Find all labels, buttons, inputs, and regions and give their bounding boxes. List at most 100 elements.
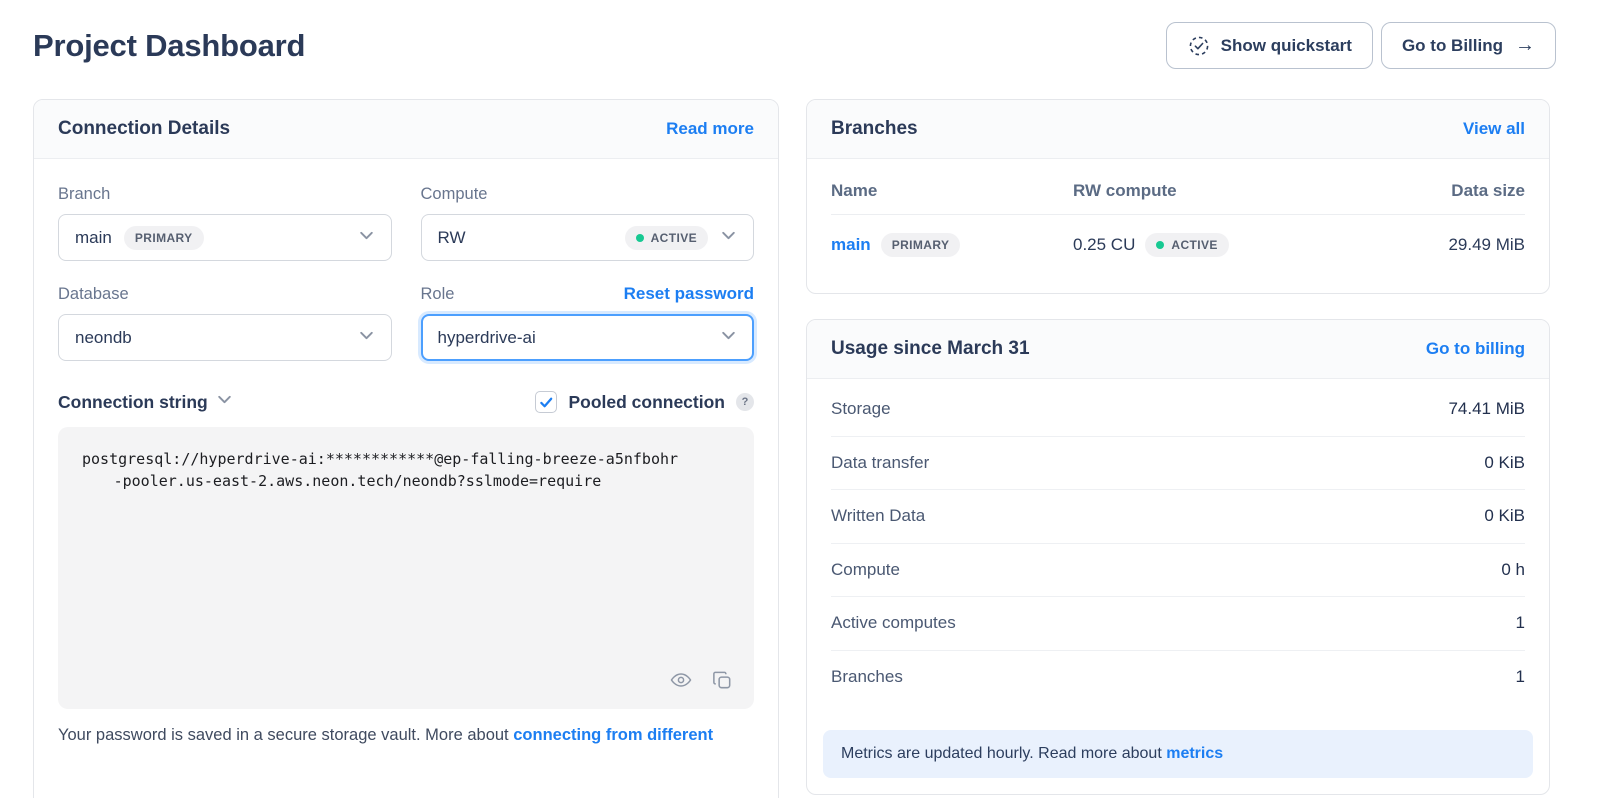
show-quickstart-label: Show quickstart <box>1221 36 1352 56</box>
database-field: Database neondb <box>58 283 392 361</box>
usage-label: Data transfer <box>831 453 929 473</box>
metrics-info-banner: Metrics are updated hourly. Read more ab… <box>823 730 1533 778</box>
usage-label: Storage <box>831 399 891 419</box>
compute-field: Compute RW ACTIVE <box>421 183 755 261</box>
connection-details-card: Connection Details Read more Branch main… <box>33 99 779 798</box>
branch-main-link[interactable]: main <box>831 235 871 255</box>
active-status-label: ACTIVE <box>1171 238 1217 252</box>
usage-value: 1 <box>1516 613 1525 633</box>
primary-badge: PRIMARY <box>124 226 204 250</box>
usage-label: Branches <box>831 667 903 687</box>
view-all-link[interactable]: View all <box>1463 119 1525 139</box>
active-status-label: ACTIVE <box>651 231 697 245</box>
usage-row-written-data: Written Data 0 KiB <box>831 490 1525 544</box>
role-value: hyperdrive-ai <box>438 328 536 348</box>
chevron-down-icon <box>720 227 737 249</box>
role-label: Role <box>421 285 455 304</box>
database-select[interactable]: neondb <box>58 314 392 361</box>
usage-row-active-computes: Active computes 1 <box>831 597 1525 651</box>
connection-details-title: Connection Details <box>58 118 230 140</box>
go-to-billing-button[interactable]: Go to Billing → <box>1381 22 1556 69</box>
branch-label: Branch <box>58 185 110 204</box>
go-to-billing-label: Go to Billing <box>1402 36 1503 56</box>
usage-value: 0 KiB <box>1484 506 1525 526</box>
chevron-down-icon <box>216 391 233 413</box>
show-quickstart-button[interactable]: Show quickstart <box>1166 22 1373 69</box>
connection-details-body: Branch main PRIMARY <box>34 159 778 798</box>
metrics-link[interactable]: metrics <box>1166 745 1223 762</box>
eye-icon <box>669 668 693 695</box>
chevron-down-icon <box>358 227 375 249</box>
branches-title: Branches <box>831 118 918 140</box>
copy-icon <box>711 669 734 695</box>
column-header-name: Name <box>831 167 1073 214</box>
compute-select[interactable]: RW ACTIVE <box>421 214 755 261</box>
connection-string-label: Connection string <box>58 392 208 413</box>
quickstart-check-icon <box>1187 34 1211 58</box>
chevron-down-icon <box>720 327 737 349</box>
vault-note-text: Your password is saved in a secure stora… <box>58 726 513 744</box>
active-dot-icon <box>1156 241 1164 249</box>
copy-button[interactable] <box>711 669 734 695</box>
left-column: Connection Details Read more Branch main… <box>33 99 779 798</box>
reveal-password-button[interactable] <box>669 668 693 695</box>
page-header: Project Dashboard Show quickstart Go to … <box>0 0 1600 69</box>
connection-details-header: Connection Details Read more <box>34 100 778 159</box>
usage-label: Active computes <box>831 613 956 633</box>
usage-row-branches: Branches 1 <box>831 651 1525 705</box>
usage-row-data-transfer: Data transfer 0 KiB <box>831 437 1525 491</box>
branches-body: Name RW compute Data size main PRIMARY 0… <box>807 159 1549 293</box>
usage-value: 74.41 MiB <box>1448 399 1525 419</box>
connection-string-toggle[interactable]: Connection string <box>58 391 233 413</box>
branch-value: main <box>75 228 112 248</box>
active-status-badge: ACTIVE <box>1145 233 1228 257</box>
usage-card: Usage since March 31 Go to billing Stora… <box>806 319 1550 795</box>
active-status-badge: ACTIVE <box>625 226 708 250</box>
main-content: Connection Details Read more Branch main… <box>0 99 1600 798</box>
branch-size-cell: 29.49 MiB <box>1448 217 1525 261</box>
usage-label: Written Data <box>831 506 925 526</box>
chevron-down-icon <box>358 327 375 349</box>
branches-header: Branches View all <box>807 100 1549 159</box>
arrow-right-icon: → <box>1515 34 1535 57</box>
branch-select[interactable]: main PRIMARY <box>58 214 392 261</box>
database-value: neondb <box>75 328 132 348</box>
branch-name-cell: main PRIMARY <box>831 215 1073 263</box>
compute-units-value: 0.25 CU <box>1073 235 1135 255</box>
connection-string-code-block[interactable]: postgresql://hyperdrive-ai:************@… <box>58 427 754 709</box>
branch-compute-cell: 0.25 CU ACTIVE <box>1073 215 1448 263</box>
pooled-connection-label: Pooled connection <box>568 392 725 413</box>
compute-label: Compute <box>421 185 488 204</box>
branch-field: Branch main PRIMARY <box>58 183 392 261</box>
usage-label: Compute <box>831 560 900 580</box>
active-dot-icon <box>636 234 644 242</box>
go-to-billing-link[interactable]: Go to billing <box>1426 339 1525 359</box>
role-field: Role Reset password hyperdrive-ai <box>421 283 755 361</box>
reset-password-link[interactable]: Reset password <box>624 284 754 304</box>
usage-title: Usage since March 31 <box>831 338 1030 360</box>
usage-value: 0 KiB <box>1484 453 1525 473</box>
banner-text: Metrics are updated hourly. Read more ab… <box>841 745 1166 762</box>
branches-card: Branches View all Name RW compute Data s… <box>806 99 1550 294</box>
code-actions <box>669 668 734 695</box>
usage-row-storage: Storage 74.41 MiB <box>831 383 1525 437</box>
usage-body: Storage 74.41 MiB Data transfer 0 KiB Wr… <box>807 379 1549 720</box>
column-header-compute: RW compute <box>1073 167 1448 214</box>
help-icon[interactable]: ? <box>736 393 754 411</box>
usage-value: 1 <box>1516 667 1525 687</box>
compute-value: RW <box>438 228 466 248</box>
right-column: Branches View all Name RW compute Data s… <box>806 99 1550 795</box>
usage-value: 0 h <box>1501 560 1525 580</box>
primary-badge: PRIMARY <box>881 233 961 257</box>
database-label: Database <box>58 285 129 304</box>
read-more-link[interactable]: Read more <box>666 119 754 139</box>
connection-string-value: postgresql://hyperdrive-ai:************@… <box>82 449 730 493</box>
header-actions: Show quickstart Go to Billing → <box>1166 22 1556 69</box>
usage-row-compute: Compute 0 h <box>831 544 1525 598</box>
connecting-from-link[interactable]: connecting from different <box>513 726 713 744</box>
pooled-connection-group: Pooled connection ? <box>535 391 754 413</box>
password-vault-note: Your password is saved in a secure stora… <box>58 726 754 745</box>
role-select[interactable]: hyperdrive-ai <box>421 314 755 361</box>
column-header-size: Data size <box>1448 167 1525 214</box>
pooled-connection-checkbox[interactable] <box>535 391 557 413</box>
